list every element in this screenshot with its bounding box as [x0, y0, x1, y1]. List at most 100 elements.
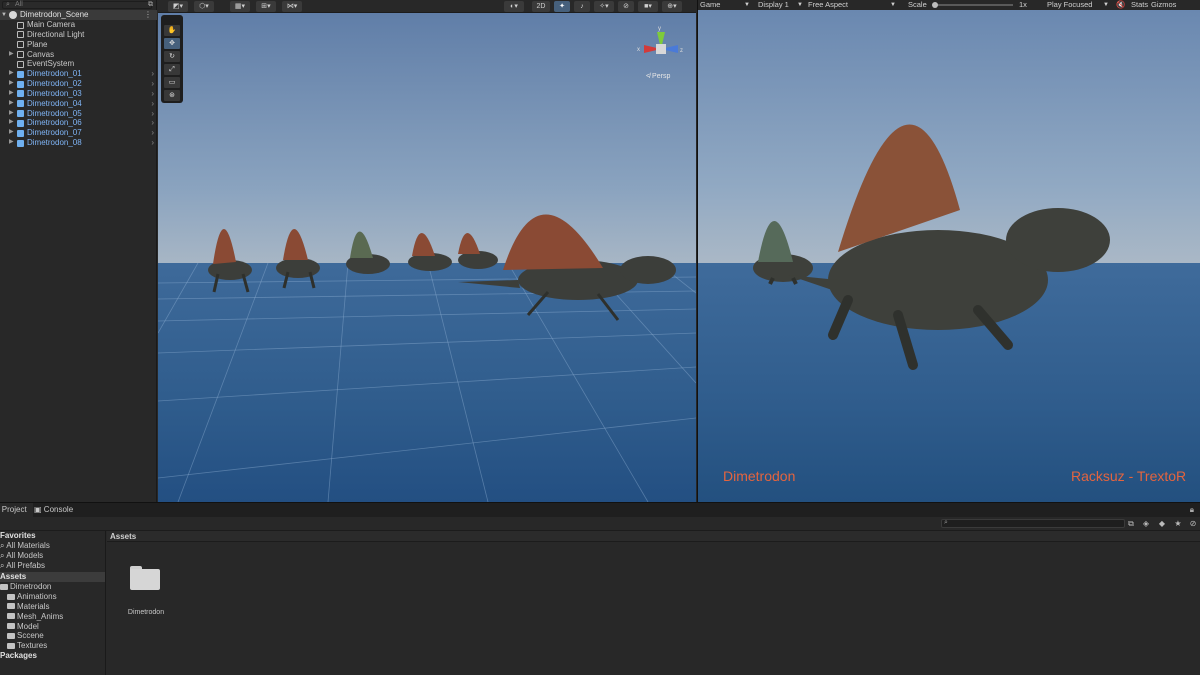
display-dropdown[interactable]: Display 1: [758, 0, 789, 10]
hierarchy-panel: ⌕ All ⧉ ▼ Dimetrodon_Scene ⋮ Main Camera…: [0, 0, 157, 502]
hierarchy-item[interactable]: ▶ Dimetrodon_05 ›: [0, 109, 157, 119]
packages-header[interactable]: Packages: [0, 651, 105, 661]
search-filter-icon[interactable]: ⧉: [146, 1, 155, 9]
tab-console-label: Console: [43, 505, 74, 514]
tab-project-label: Project: [1, 505, 27, 514]
open-prefab-icon[interactable]: ›: [151, 89, 154, 99]
rotate-tool-icon[interactable]: ↻: [164, 51, 180, 62]
scale-slider-thumb[interactable]: [932, 2, 938, 8]
favorite-item[interactable]: ⌕ All Materials: [0, 541, 105, 551]
game-view[interactable]: Game ▼ Display 1 ▼ Free Aspect ▼ Scale 1…: [697, 0, 1200, 502]
asset-folder-item[interactable]: Materials: [0, 602, 105, 612]
hierarchy-search-input[interactable]: ⌕ All: [2, 1, 152, 9]
save-search-icon[interactable]: ◆: [1157, 519, 1167, 529]
hierarchy-item[interactable]: ▶ Canvas: [0, 50, 157, 60]
hierarchy-item[interactable]: ▶ Dimetrodon_03 ›: [0, 89, 157, 99]
gizmos-toggle-icon[interactable]: ⊕▾: [662, 1, 682, 12]
asset-folder-item[interactable]: Model: [0, 622, 105, 632]
open-prefab-icon[interactable]: ›: [151, 118, 154, 128]
expand-arrow-icon[interactable]: ▶: [9, 128, 14, 138]
play-focus-dropdown[interactable]: Play Focused: [1047, 0, 1092, 10]
aspect-dropdown[interactable]: Free Aspect: [808, 0, 848, 10]
open-prefab-icon[interactable]: ›: [151, 99, 154, 109]
shading-button[interactable]: ⬡▾: [194, 1, 214, 12]
favorite-label: All Prefabs: [6, 560, 45, 570]
expand-arrow-icon[interactable]: ▶: [9, 118, 14, 128]
favorite-item[interactable]: ⌕ All Models: [0, 551, 105, 561]
expand-arrow-icon[interactable]: ▶: [9, 50, 14, 60]
unity-scene-icon: [9, 11, 17, 19]
expand-arrow-icon[interactable]: ▶: [9, 138, 14, 148]
stats-button[interactable]: Stats: [1131, 0, 1148, 10]
open-prefab-icon[interactable]: ›: [151, 138, 154, 148]
search-by-label-icon[interactable]: ◈: [1141, 519, 1151, 529]
hidden-objects-icon[interactable]: ⊘: [618, 1, 634, 12]
folder-icon: [7, 632, 15, 639]
breadcrumb[interactable]: Assets: [107, 531, 1200, 542]
move-tool-icon[interactable]: ✥: [164, 38, 180, 49]
scale-slider-track[interactable]: [933, 4, 1013, 6]
favorites-header[interactable]: Favorites: [0, 531, 105, 541]
project-search-input[interactable]: ⌕: [941, 519, 1125, 528]
perspective-label[interactable]: ≮ Persp: [646, 73, 670, 80]
assets-header[interactable]: Assets: [0, 572, 105, 583]
expand-arrow-icon[interactable]: ▶: [9, 69, 14, 79]
favorite-star-icon[interactable]: ★: [1173, 519, 1183, 529]
pivot-button[interactable]: ⋈▾: [282, 1, 302, 12]
hierarchy-item[interactable]: Directional Light: [0, 30, 157, 40]
effects-toggle-icon[interactable]: ✧▾: [594, 1, 614, 12]
hierarchy-scene-row[interactable]: ▼ Dimetrodon_Scene ⋮: [0, 10, 157, 20]
hierarchy-item[interactable]: EventSystem: [0, 59, 157, 69]
orientation-gizmo[interactable]: y x z: [636, 24, 686, 74]
rect-tool-icon[interactable]: ▭: [164, 77, 180, 88]
hand-tool-icon[interactable]: ✋: [164, 25, 180, 36]
game-tab-dropdown[interactable]: Game: [700, 0, 720, 10]
open-prefab-icon[interactable]: ›: [151, 109, 154, 119]
more-menu-icon[interactable]: ⋮: [144, 10, 152, 20]
scene-view[interactable]: ◩▾ ⬡▾ ▦▾ ⊞▾ ⋈▾ ◐▾ 2D ✦ ♪ ✧▾ ⊘ ■▾ ⊕▾ ✋ ✥ …: [158, 0, 696, 502]
open-prefab-icon[interactable]: ›: [151, 79, 154, 89]
open-prefab-icon[interactable]: ›: [151, 128, 154, 138]
scene-camera-button[interactable]: ◐▾: [504, 1, 524, 12]
hierarchy-item[interactable]: ▶ Dimetrodon_06 ›: [0, 118, 157, 128]
hidden-packages-icon[interactable]: ⊘: [1188, 519, 1198, 529]
mute-audio-icon[interactable]: 🔇: [1116, 0, 1125, 10]
scale-tool-icon[interactable]: ⤢: [164, 64, 180, 75]
hierarchy-item[interactable]: Main Camera: [0, 20, 157, 30]
hierarchy-item[interactable]: ▶ Dimetrodon_01 ›: [0, 69, 157, 79]
asset-folder-item[interactable]: Textures: [0, 641, 105, 651]
hierarchy-item[interactable]: ▶ Dimetrodon_07 ›: [0, 128, 157, 138]
lock-icon[interactable]: 🔒︎: [1190, 505, 1194, 515]
favorite-label: All Materials: [6, 540, 50, 550]
camera-settings-icon[interactable]: ■▾: [638, 1, 658, 12]
mode-2d-button[interactable]: 2D: [532, 1, 550, 12]
hierarchy-item[interactable]: Plane: [0, 40, 157, 50]
asset-folder-item[interactable]: Sccene: [0, 631, 105, 641]
draw-mode-button[interactable]: ◩▾: [168, 1, 188, 12]
asset-folder-item[interactable]: Mesh_Anims: [0, 612, 105, 622]
expand-arrow-icon[interactable]: ▶: [9, 79, 14, 89]
asset-folder-item[interactable]: Dimetrodon: [0, 582, 105, 592]
expand-arrow-icon[interactable]: ▶: [9, 89, 14, 99]
asset-folder-item[interactable]: Animations: [0, 592, 105, 602]
hierarchy-item-label: Dimetrodon_07: [27, 128, 82, 138]
folder-icon[interactable]: [130, 566, 160, 590]
search-by-type-icon[interactable]: ⧉: [1126, 519, 1136, 529]
favorite-item[interactable]: ⌕ All Prefabs: [0, 561, 105, 571]
snap-increment-button[interactable]: ⊞▾: [256, 1, 276, 12]
audio-toggle-icon[interactable]: ♪: [574, 1, 590, 12]
expand-arrow-icon[interactable]: ▶: [9, 109, 14, 119]
grid-snap-button[interactable]: ▦▾: [230, 1, 250, 12]
hierarchy-item[interactable]: ▶ Dimetrodon_02 ›: [0, 79, 157, 89]
lighting-toggle-icon[interactable]: ✦: [554, 1, 570, 12]
transform-tool-icon[interactable]: ⊛: [164, 90, 180, 101]
open-prefab-icon[interactable]: ›: [151, 69, 154, 79]
folder-label[interactable]: Dimetrodon: [121, 609, 171, 616]
hierarchy-item[interactable]: ▶ Dimetrodon_08 ›: [0, 138, 157, 148]
asset-folder-label: Dimetrodon: [10, 582, 52, 592]
hierarchy-item[interactable]: ▶ Dimetrodon_04 ›: [0, 99, 157, 109]
expand-arrow-icon[interactable]: ▶: [9, 99, 14, 109]
tab-console[interactable]: ▣ Console: [28, 503, 79, 517]
gizmos-button[interactable]: Gizmos: [1151, 0, 1176, 10]
expand-arrow-icon[interactable]: ▼: [1, 10, 7, 20]
